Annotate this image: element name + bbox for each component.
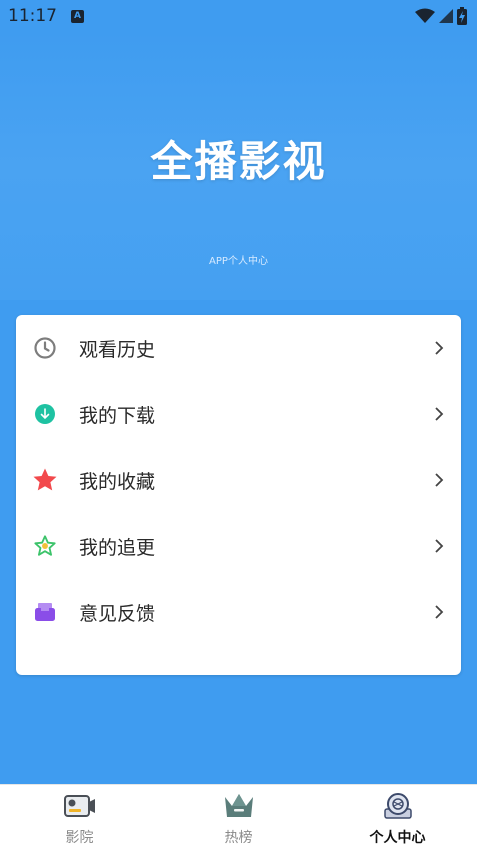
menu-item-following[interactable]: 我的追更 <box>16 516 461 576</box>
tab-label: 影院 <box>65 830 94 846</box>
chevron-right-icon <box>435 407 444 421</box>
inbox-icon <box>32 599 58 625</box>
status-bar: 11:17 A <box>0 0 477 32</box>
menu-item-downloads[interactable]: 我的下载 <box>16 384 461 444</box>
tab-profile[interactable]: 个人中心 <box>318 785 477 849</box>
clock-icon <box>32 335 58 361</box>
tab-label: 个人中心 <box>369 830 426 846</box>
chevron-right-icon <box>435 473 444 487</box>
app-subtitle: APP个人中心 <box>209 256 268 267</box>
status-right <box>415 7 467 25</box>
menu-card: 观看历史 我的下载 我的收藏 我的追更 意见反馈 <box>16 315 461 675</box>
tab-hot-list[interactable]: 热榜 <box>159 785 318 849</box>
star-outline-icon <box>32 533 58 559</box>
crown-icon <box>224 794 253 817</box>
status-time: 11:17 <box>8 6 57 26</box>
wifi-icon <box>415 8 435 23</box>
menu-item-label: 我的追更 <box>79 536 156 559</box>
a-icon: A <box>71 9 84 23</box>
status-left: 11:17 A <box>8 6 84 26</box>
star-icon <box>32 467 58 493</box>
camera-icon <box>63 795 95 817</box>
chevron-right-icon <box>435 539 444 553</box>
menu-item-label: 我的收藏 <box>79 470 156 493</box>
menu-item-feedback[interactable]: 意见反馈 <box>16 582 461 642</box>
chevron-right-icon <box>435 341 444 355</box>
app-title: 全播影视 <box>150 137 327 186</box>
menu-item-history[interactable]: 观看历史 <box>16 318 461 378</box>
battery-charging-icon <box>457 7 467 25</box>
chevron-right-icon <box>435 605 444 619</box>
menu-item-label: 我的下载 <box>79 404 156 427</box>
menu-item-label: 意见反馈 <box>79 602 156 625</box>
tab-label: 热榜 <box>224 830 253 846</box>
menu-item-favorites[interactable]: 我的收藏 <box>16 450 461 510</box>
menu-item-label: 观看历史 <box>79 338 156 361</box>
profile-icon <box>383 793 412 819</box>
signal-icon <box>439 9 453 23</box>
tab-cinema[interactable]: 影院 <box>0 785 159 849</box>
bottom-tab-bar: 影院 热榜 个人中心 <box>0 784 477 849</box>
download-icon <box>32 401 58 427</box>
